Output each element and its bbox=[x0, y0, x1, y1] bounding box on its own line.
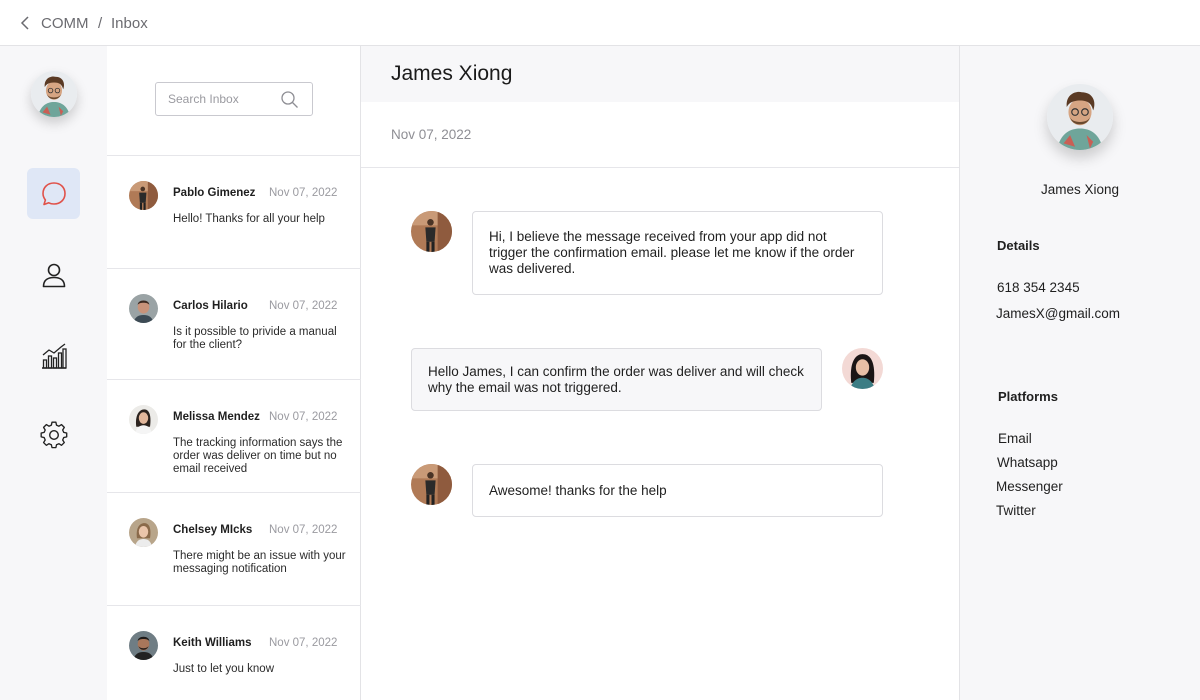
conversation-name: Keith Williams bbox=[173, 637, 252, 649]
platforms-heading: Platforms bbox=[998, 389, 1058, 404]
platform-email[interactable]: Email bbox=[998, 431, 1032, 446]
message-text: Hello James, I can confirm the order was… bbox=[428, 363, 804, 395]
conversation-preview: Just to let you know bbox=[173, 663, 274, 675]
chevron-left-icon[interactable] bbox=[19, 16, 31, 30]
conversation-date: Nov 07, 2022 bbox=[269, 300, 338, 312]
analytics-chart-icon bbox=[41, 342, 67, 369]
chat-bubble-icon bbox=[41, 181, 66, 205]
conversation-item[interactable]: Pablo Gimenez Nov 07, 2022 Hello! Thanks… bbox=[107, 156, 361, 268]
message-text: Awesome! thanks for the help bbox=[489, 482, 667, 498]
settings-gear-icon bbox=[40, 421, 67, 448]
conversation-item[interactable]: Keith Williams Nov 07, 2022 Just to let … bbox=[107, 606, 361, 700]
message-text: Hi, I believe the message received from … bbox=[489, 229, 855, 276]
conversation-item[interactable]: Carlos Hilario Nov 07, 2022 Is it possib… bbox=[107, 269, 361, 381]
avatar bbox=[129, 631, 158, 660]
avatar bbox=[129, 181, 158, 210]
avatar bbox=[129, 405, 158, 434]
contact-details-panel: James Xiong Details 618 354 2345 JamesX@… bbox=[960, 46, 1200, 700]
sidebar-nav bbox=[0, 46, 107, 700]
agent-avatar bbox=[842, 348, 883, 389]
message-bubble-outgoing: Hello James, I can confirm the order was… bbox=[411, 348, 822, 411]
current-user-avatar[interactable] bbox=[31, 71, 77, 117]
contact-email[interactable]: JamesX@gmail.com bbox=[996, 306, 1120, 321]
contact-avatar bbox=[411, 211, 452, 252]
conversation-preview: Is it possible to privide a manual for t… bbox=[173, 326, 337, 351]
contact-phone: 618 354 2345 bbox=[997, 280, 1080, 295]
conversation-name: Pablo Gimenez bbox=[173, 187, 256, 199]
breadcrumb-separator: / bbox=[98, 15, 103, 32]
nav-messages-button[interactable] bbox=[27, 168, 80, 219]
message-bubble-incoming: Awesome! thanks for the help bbox=[472, 464, 883, 517]
platform-twitter[interactable]: Twitter bbox=[996, 503, 1036, 518]
conversation-name: Melissa Mendez bbox=[173, 411, 260, 423]
chat-date: Nov 07, 2022 bbox=[391, 127, 472, 142]
details-heading: Details bbox=[997, 238, 1040, 253]
conversation-item[interactable]: Chelsey MIcks Nov 07, 2022 There might b… bbox=[107, 493, 361, 605]
conversation-date: Nov 07, 2022 bbox=[269, 187, 338, 199]
contact-avatar-large bbox=[1047, 84, 1113, 150]
conversation-item[interactable]: Melissa Mendez Nov 07, 2022 The tracking… bbox=[107, 380, 361, 492]
inbox-panel: Pablo Gimenez Nov 07, 2022 Hello! Thanks… bbox=[107, 46, 361, 700]
conversation-date: Nov 07, 2022 bbox=[269, 411, 338, 423]
contact-avatar bbox=[411, 464, 452, 505]
user-icon bbox=[42, 263, 65, 287]
search-box[interactable] bbox=[155, 82, 313, 116]
chat-contact-name: James Xiong bbox=[391, 62, 513, 85]
conversation-name: Chelsey MIcks bbox=[173, 524, 253, 536]
nav-analytics-button[interactable] bbox=[27, 330, 80, 381]
conversation-preview: The tracking information says the order … bbox=[173, 437, 343, 475]
search-input[interactable] bbox=[168, 92, 278, 106]
top-bar: COMM / Inbox bbox=[0, 0, 1200, 46]
platform-messenger[interactable]: Messenger bbox=[996, 479, 1063, 494]
nav-settings-button[interactable] bbox=[27, 409, 80, 460]
conversation-preview: There might be an issue with your messag… bbox=[173, 550, 346, 575]
conversation-date: Nov 07, 2022 bbox=[269, 524, 338, 536]
contact-name: James Xiong bbox=[1040, 182, 1120, 197]
avatar bbox=[129, 518, 158, 547]
nav-contacts-button[interactable] bbox=[27, 249, 80, 300]
conversation-name: Carlos Hilario bbox=[173, 300, 248, 312]
search-icon[interactable] bbox=[280, 90, 299, 109]
conversation-date: Nov 07, 2022 bbox=[269, 637, 338, 649]
message-bubble-incoming: Hi, I believe the message received from … bbox=[472, 211, 883, 295]
chat-date-row: Nov 07, 2022 bbox=[361, 102, 959, 168]
conversation-preview: Hello! Thanks for all your help bbox=[173, 213, 325, 225]
breadcrumb-current-page: Inbox bbox=[111, 15, 148, 32]
platform-whatsapp[interactable]: Whatsapp bbox=[997, 455, 1058, 470]
breadcrumb-app[interactable]: COMM bbox=[41, 15, 89, 32]
chat-header: James Xiong bbox=[361, 46, 959, 102]
avatar bbox=[129, 294, 158, 323]
chat-panel: James Xiong Nov 07, 2022 Hi, I believe t… bbox=[361, 46, 960, 700]
